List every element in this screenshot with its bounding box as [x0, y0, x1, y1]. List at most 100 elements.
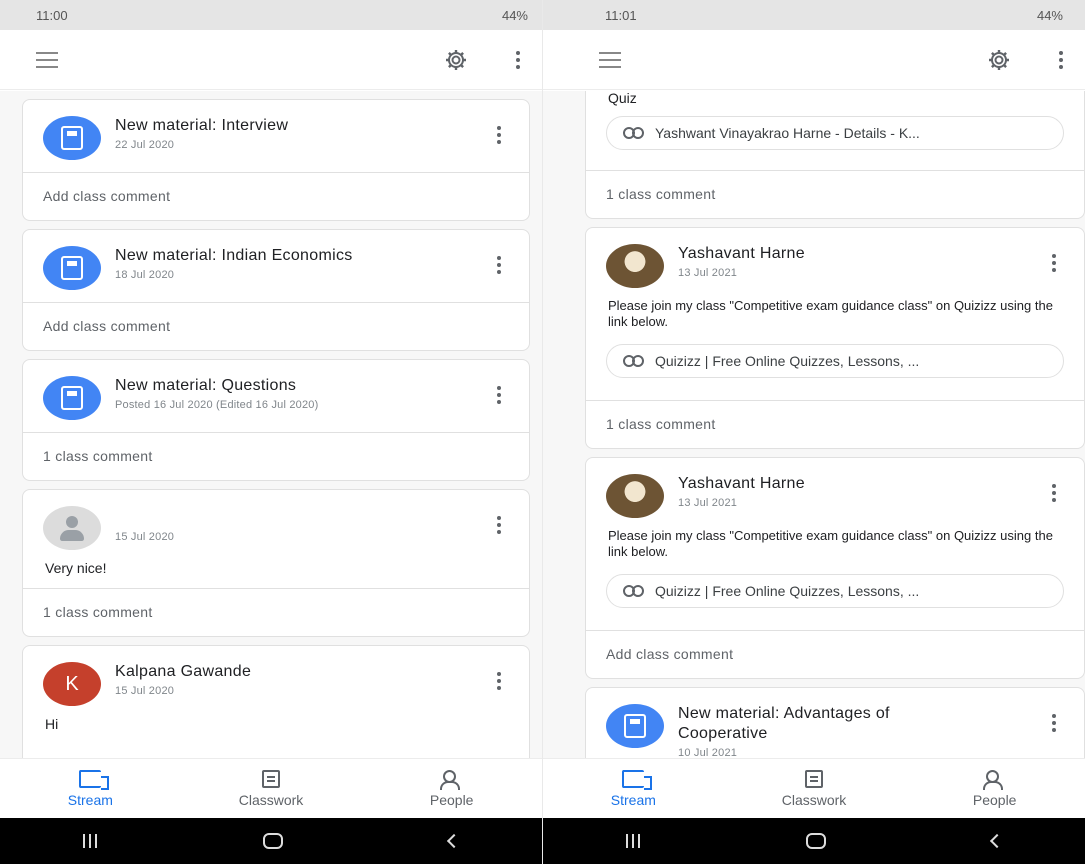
phone-screen-right: 11:01 44% Quiz Yashwant Vinayakrao Harne… — [543, 0, 1085, 864]
post-options-icon[interactable] — [495, 126, 503, 144]
post-author: Yashavant Harne — [678, 475, 805, 492]
material-icon — [606, 704, 664, 748]
post-options-icon[interactable] — [1050, 714, 1058, 732]
post-title[interactable]: New material: Indian Economics — [115, 246, 495, 266]
stream-feed[interactable]: New material: Interview 22 Jul 2020 Add … — [0, 91, 542, 758]
recents-icon[interactable] — [626, 834, 640, 848]
class-comment-count[interactable]: 1 class comment — [23, 588, 529, 636]
class-comment-count[interactable]: 1 class comment — [586, 170, 1084, 218]
tab-label: Stream — [610, 791, 656, 808]
add-class-comment[interactable]: Add class comment — [23, 172, 529, 220]
link-title: Quizizz | Free Online Quizzes, Lessons, … — [655, 353, 920, 369]
bottom-navigation: Stream Classwork People — [543, 758, 1085, 818]
battery-level: 44% — [501, 7, 528, 23]
tab-stream[interactable]: Stream — [543, 759, 724, 818]
stream-post-card[interactable]: New material: Interview 22 Jul 2020 Add … — [22, 99, 530, 221]
tab-label: Classwork — [238, 791, 304, 808]
post-date: 15 Jul 2020 — [115, 531, 175, 543]
post-body: Hi — [45, 716, 59, 732]
tab-classwork[interactable]: Classwork — [181, 759, 362, 818]
stream-post-card[interactable]: K Kalpana Gawande 15 Jul 2020 Hi — [22, 645, 530, 758]
post-options-icon[interactable] — [1050, 254, 1058, 272]
post-title[interactable]: New material: Interview — [115, 116, 495, 136]
post-body: Please join my class "Competitive exam g… — [608, 298, 1053, 329]
app-bar — [543, 30, 1085, 90]
post-title[interactable]: New material: Questions — [115, 376, 495, 396]
link-attachment[interactable]: Yashwant Vinayakrao Harne - Details - K.… — [606, 116, 1064, 150]
tab-label: Classwork — [781, 791, 847, 808]
system-navigation-bar — [543, 818, 1085, 864]
more-options-icon[interactable] — [514, 50, 522, 69]
material-icon — [43, 376, 101, 420]
classwork-icon — [262, 769, 280, 788]
link-attachment[interactable]: Quizizz | Free Online Quizzes, Lessons, … — [606, 574, 1064, 608]
link-icon — [623, 355, 645, 367]
tab-label: People — [972, 791, 1017, 808]
tab-classwork[interactable]: Classwork — [724, 759, 905, 818]
status-time: 11:01 — [605, 7, 637, 23]
avatar — [606, 474, 664, 518]
stream-icon — [622, 769, 653, 790]
tab-label: Stream — [67, 791, 113, 808]
post-options-icon[interactable] — [495, 386, 503, 404]
stream-icon — [79, 769, 110, 790]
link-title: Quizizz | Free Online Quizzes, Lessons, … — [655, 583, 920, 599]
post-date: 10 Jul 2021 — [678, 747, 738, 758]
tab-people[interactable]: People — [361, 759, 542, 818]
avatar — [606, 244, 664, 288]
post-options-icon[interactable] — [495, 516, 503, 534]
material-icon — [43, 246, 101, 290]
link-title: Yashwant Vinayakrao Harne - Details - K.… — [655, 125, 920, 141]
stream-post-card[interactable]: New material: Advantages of Cooperative … — [585, 687, 1085, 758]
gear-icon[interactable] — [444, 48, 468, 72]
status-time: 11:00 — [36, 7, 68, 23]
battery-level: 44% — [1036, 7, 1063, 23]
stream-post-card[interactable]: 15 Jul 2020 Very nice! 1 class comment — [22, 489, 530, 637]
class-comment-count[interactable]: 1 class comment — [23, 432, 529, 480]
stream-feed[interactable]: Quiz Yashwant Vinayakrao Harne - Details… — [543, 91, 1085, 758]
stream-post-card[interactable]: Yashavant Harne 13 Jul 2021 Please join … — [585, 457, 1085, 679]
back-icon[interactable] — [989, 833, 1005, 849]
post-options-icon[interactable] — [1050, 484, 1058, 502]
stream-post-card[interactable]: Quiz Yashwant Vinayakrao Harne - Details… — [585, 91, 1085, 219]
app-bar — [0, 30, 542, 90]
post-title[interactable]: New material: Advantages of Cooperative — [678, 704, 958, 744]
menu-icon[interactable] — [36, 51, 58, 68]
more-options-icon[interactable] — [1057, 50, 1065, 69]
post-body: Very nice! — [45, 560, 107, 576]
people-icon — [982, 769, 1007, 790]
material-icon — [43, 116, 101, 160]
post-date: 13 Jul 2021 — [678, 267, 738, 279]
add-class-comment[interactable]: Add class comment — [586, 630, 1084, 678]
post-date: 15 Jul 2020 — [115, 685, 175, 697]
people-icon — [439, 769, 464, 790]
stream-post-card[interactable]: Yashavant Harne 13 Jul 2021 Please join … — [585, 227, 1085, 449]
post-author: Yashavant Harne — [678, 245, 805, 262]
class-comment-count[interactable]: 1 class comment — [586, 400, 1084, 448]
back-icon[interactable] — [446, 833, 462, 849]
post-body: Quiz — [608, 91, 637, 106]
link-icon — [623, 585, 645, 597]
add-class-comment[interactable]: Add class comment — [23, 302, 529, 350]
system-navigation-bar — [0, 818, 542, 864]
gear-icon[interactable] — [987, 48, 1011, 72]
home-icon[interactable] — [263, 833, 283, 849]
post-date: Posted 16 Jul 2020 (Edited 16 Jul 2020) — [115, 399, 319, 411]
bottom-navigation: Stream Classwork People — [0, 758, 542, 818]
status-bar: 11:00 44% — [0, 0, 542, 30]
post-author: Kalpana Gawande — [115, 663, 252, 680]
post-body: Please join my class "Competitive exam g… — [608, 528, 1053, 559]
link-icon — [623, 127, 645, 139]
home-icon[interactable] — [806, 833, 826, 849]
post-date: 18 Jul 2020 — [115, 269, 175, 281]
tab-people[interactable]: People — [904, 759, 1085, 818]
link-attachment[interactable]: Quizizz | Free Online Quizzes, Lessons, … — [606, 344, 1064, 378]
recents-icon[interactable] — [83, 834, 97, 848]
menu-icon[interactable] — [599, 51, 621, 68]
post-options-icon[interactable] — [495, 672, 503, 690]
stream-post-card[interactable]: New material: Questions Posted 16 Jul 20… — [22, 359, 530, 481]
stream-post-card[interactable]: New material: Indian Economics 18 Jul 20… — [22, 229, 530, 351]
tab-stream[interactable]: Stream — [0, 759, 181, 818]
post-options-icon[interactable] — [495, 256, 503, 274]
classwork-icon — [805, 769, 823, 788]
